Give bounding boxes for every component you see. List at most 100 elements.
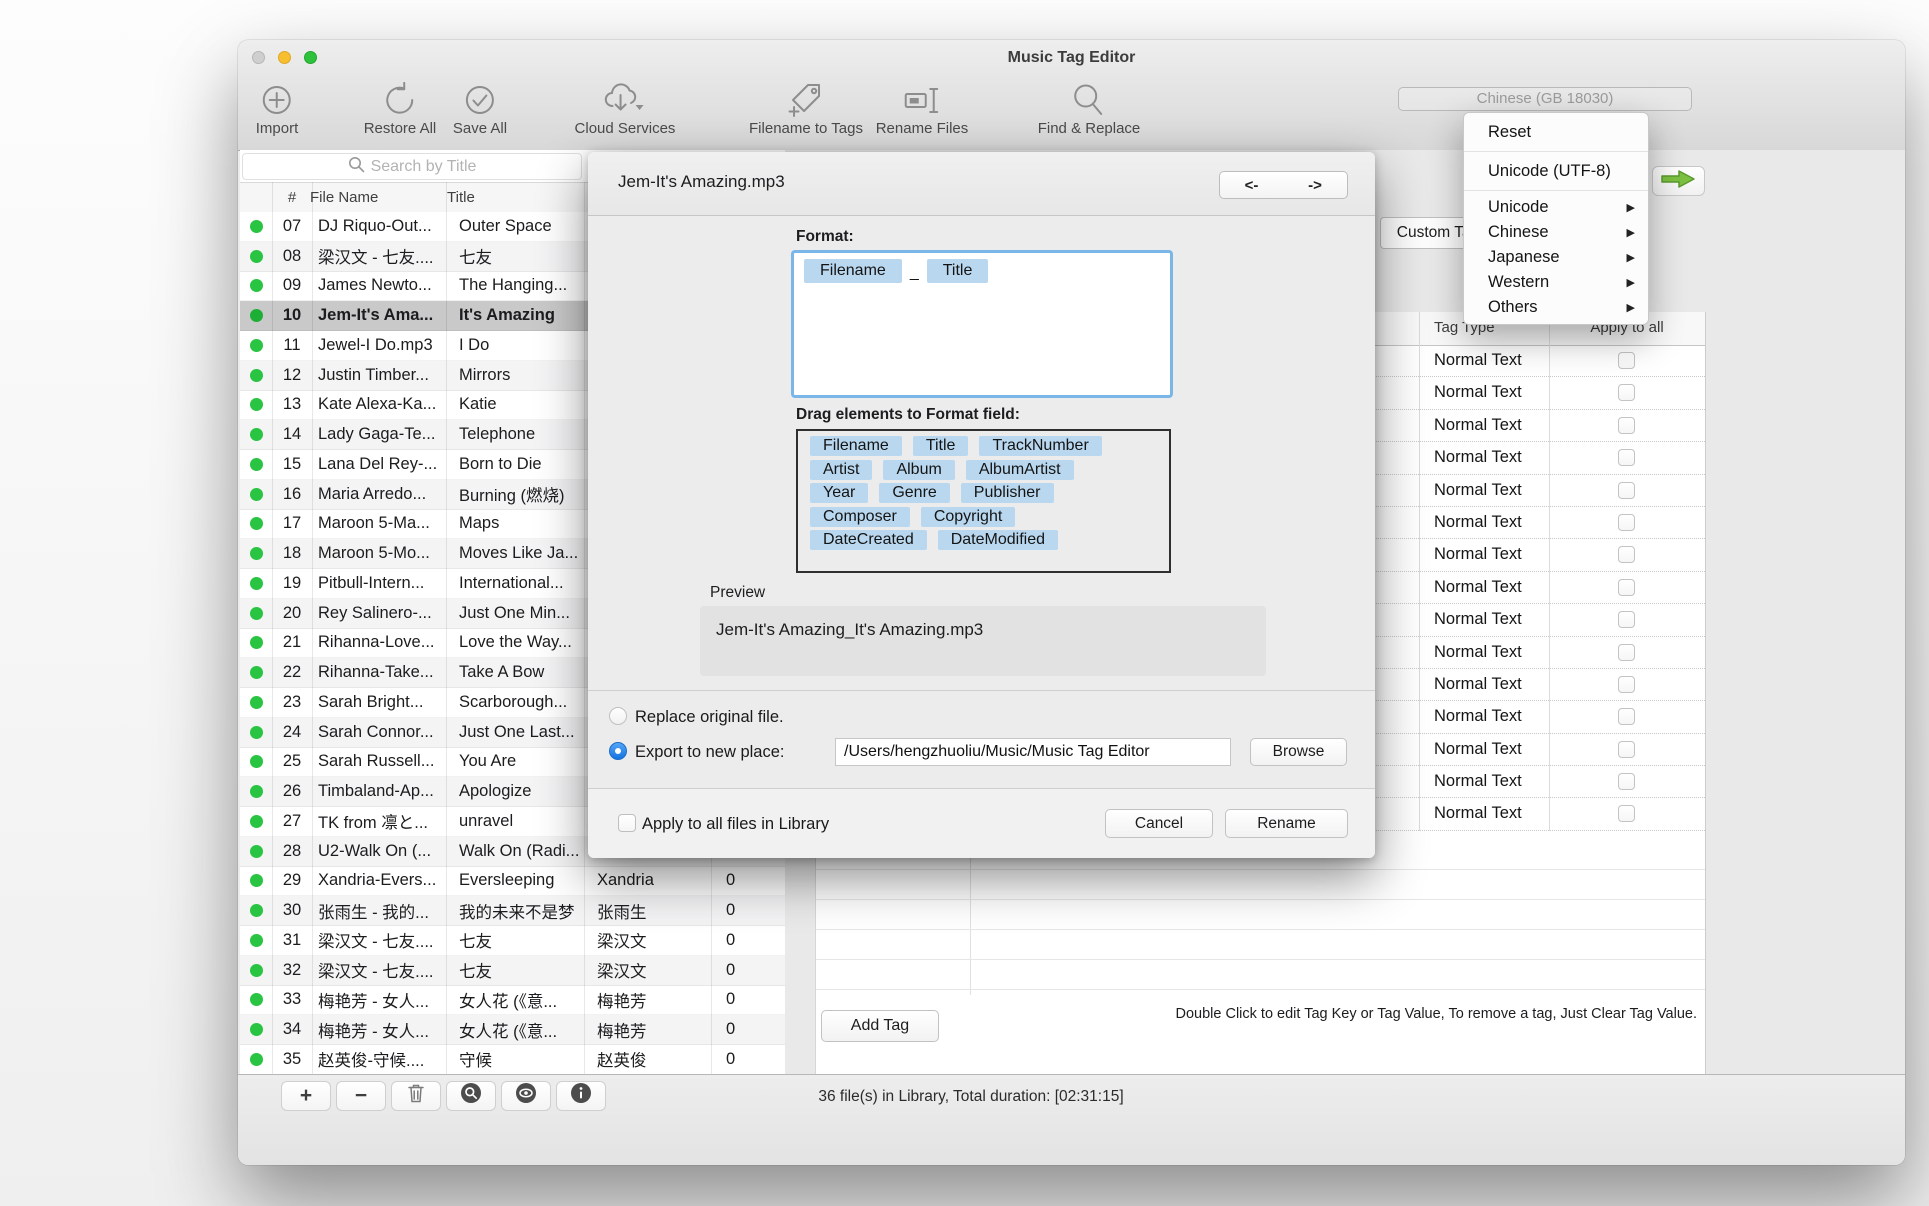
apply-to-all-checkbox[interactable]	[1618, 514, 1635, 531]
previous-file-button[interactable]: <-	[1219, 171, 1284, 199]
menu-item-japanese[interactable]: Japanese▶	[1464, 245, 1648, 270]
status-dot	[250, 845, 263, 858]
toolbar-label: Save All	[453, 120, 507, 137]
menu-item-western[interactable]: Western▶	[1464, 270, 1648, 295]
export-path-input[interactable]	[835, 738, 1231, 766]
replace-original-radio[interactable]	[609, 707, 627, 725]
toolbar-filename-to-tags[interactable]: Filename to Tags	[749, 80, 863, 137]
table-row[interactable]: 29Xandria-Evers...EversleepingXandria0	[240, 867, 785, 897]
tag-type-cell[interactable]: Normal Text	[1434, 416, 1522, 435]
status-dot	[250, 488, 263, 501]
menu-item-chinese[interactable]: Chinese▶	[1464, 220, 1648, 245]
column-header-file-name[interactable]: File Name	[310, 189, 378, 206]
status-cell	[240, 607, 272, 620]
apply-to-all-checkbox[interactable]	[1618, 708, 1635, 725]
apply-to-all-checkbox[interactable]	[1618, 352, 1635, 369]
tag-type-cell[interactable]: Normal Text	[1434, 481, 1522, 500]
element-chip-artist[interactable]: Artist	[810, 460, 872, 480]
cell-title: Born to Die	[452, 455, 590, 474]
table-row[interactable]: 33梅艳芳 - 女人...女人花 (《意...梅艳芳0	[240, 986, 785, 1016]
convert-encoding-button[interactable]	[1652, 166, 1705, 196]
column-header-title[interactable]: Title	[447, 189, 475, 206]
element-chip-datemodified[interactable]: DateModified	[938, 530, 1058, 550]
element-chip-genre[interactable]: Genre	[879, 483, 949, 503]
status-bar: + − 36 file(s) in Library, Total duratio…	[238, 1074, 1905, 1165]
tag-type-cell[interactable]: Normal Text	[1434, 804, 1522, 823]
column-header-num[interactable]: #	[272, 189, 312, 206]
export-new-place-radio[interactable]	[609, 742, 627, 760]
menu-item-unicode[interactable]: Unicode▶	[1464, 195, 1648, 220]
apply-to-all-checkbox[interactable]	[1618, 773, 1635, 790]
toolbar-rename-files[interactable]: Rename Files	[876, 80, 969, 137]
tag-type-cell[interactable]: Normal Text	[1434, 448, 1522, 467]
tag-type-cell[interactable]: Normal Text	[1434, 740, 1522, 759]
tag-type-cell[interactable]: Normal Text	[1434, 383, 1522, 402]
menu-item-unicode-utf-8[interactable]: Unicode (UTF-8)	[1464, 156, 1648, 186]
element-chip-albumartist[interactable]: AlbumArtist	[966, 460, 1074, 480]
apply-to-all-checkbox[interactable]	[1618, 417, 1635, 434]
element-chip-datecreated[interactable]: DateCreated	[810, 530, 927, 550]
toolbar-import[interactable]: Import	[256, 80, 299, 137]
cancel-button[interactable]: Cancel	[1105, 809, 1213, 838]
tag-type-cell[interactable]: Normal Text	[1434, 513, 1522, 532]
preview-button[interactable]	[501, 1081, 551, 1111]
toolbar-restore-all[interactable]: Restore All	[364, 80, 437, 137]
menu-item-reset[interactable]: Reset	[1464, 117, 1648, 147]
menu-item-others[interactable]: Others▶	[1464, 295, 1648, 320]
apply-to-all-checkbox[interactable]	[1618, 676, 1635, 693]
search-input[interactable]: Search by Title	[242, 153, 582, 180]
apply-to-all-checkbox[interactable]	[1618, 449, 1635, 466]
element-chip-tracknumber[interactable]: TrackNumber	[979, 436, 1101, 456]
tag-type-cell[interactable]: Normal Text	[1434, 643, 1522, 662]
browse-button[interactable]: Browse	[1250, 738, 1347, 766]
table-row[interactable]: 34梅艳芳 - 女人...女人花 (《意...梅艳芳0	[240, 1015, 785, 1045]
info-button[interactable]	[556, 1081, 606, 1111]
add-tag-button[interactable]: Add Tag	[821, 1010, 939, 1042]
tag-type-cell[interactable]: Normal Text	[1434, 545, 1522, 564]
tag-type-cell[interactable]: Normal Text	[1434, 351, 1522, 370]
format-field[interactable]: Filename_Title	[791, 250, 1173, 398]
tag-type-cell[interactable]: Normal Text	[1434, 675, 1522, 694]
cell-file-name: 梅艳芳 - 女人...	[312, 988, 452, 1012]
tag-type-cell[interactable]: Normal Text	[1434, 707, 1522, 726]
apply-to-all-checkbox[interactable]	[1618, 579, 1635, 596]
apply-to-all-checkbox[interactable]	[1618, 644, 1635, 661]
element-chip-title[interactable]: Title	[913, 436, 969, 456]
element-chip-copyright[interactable]: Copyright	[921, 507, 1015, 527]
element-chip-publisher[interactable]: Publisher	[961, 483, 1054, 503]
apply-to-all-checkbox[interactable]	[1618, 384, 1635, 401]
apply-to-all-checkbox[interactable]	[1618, 611, 1635, 628]
next-file-button[interactable]: ->	[1283, 171, 1348, 199]
format-chip[interactable]: Title	[927, 259, 989, 283]
toolbar-cloud-services[interactable]: Cloud Services	[575, 80, 676, 137]
apply-to-all-checkbox[interactable]	[1618, 741, 1635, 758]
toolbar-find-replace[interactable]: Find & Replace	[1038, 80, 1141, 137]
element-chip-year[interactable]: Year	[810, 483, 868, 503]
element-chip-filename[interactable]: Filename	[810, 436, 902, 456]
rename-button[interactable]: Rename	[1225, 809, 1348, 838]
menu-item-label: Western	[1488, 273, 1549, 292]
tag-type-cell[interactable]: Normal Text	[1434, 578, 1522, 597]
element-row: DateCreated DateModified	[806, 530, 1161, 550]
apply-to-all-checkbox[interactable]	[1618, 805, 1635, 822]
format-chip[interactable]: Filename	[804, 259, 902, 283]
encoding-field[interactable]: Chinese (GB 18030)	[1398, 87, 1692, 111]
element-chip-album[interactable]: Album	[883, 460, 954, 480]
tag-type-cell[interactable]: Normal Text	[1434, 610, 1522, 629]
apply-to-all-checkbox[interactable]	[1618, 482, 1635, 499]
toolbar-label: Find & Replace	[1038, 120, 1141, 137]
apply-all-checkbox[interactable]	[618, 814, 636, 832]
tag-type-cell[interactable]: Normal Text	[1434, 772, 1522, 791]
reveal-button[interactable]	[446, 1081, 496, 1111]
element-chip-composer[interactable]: Composer	[810, 507, 910, 527]
table-row[interactable]: 31梁汉文 - 七友....七友梁汉文0	[240, 926, 785, 956]
toolbar-save-all[interactable]: Save All	[453, 80, 507, 137]
table-row[interactable]: 32梁汉文 - 七友....七友梁汉文0	[240, 956, 785, 986]
apply-to-all-checkbox[interactable]	[1618, 546, 1635, 563]
menu-item-label: Japanese	[1488, 248, 1560, 267]
add-file-button[interactable]: +	[281, 1081, 331, 1111]
remove-file-button[interactable]: −	[336, 1081, 386, 1111]
delete-button[interactable]	[391, 1081, 441, 1111]
table-row[interactable]: 30张雨生 - 我的...我的未来不是梦张雨生0	[240, 896, 785, 926]
table-row[interactable]: 35赵英俊-守候....守候赵英俊0	[240, 1045, 785, 1075]
